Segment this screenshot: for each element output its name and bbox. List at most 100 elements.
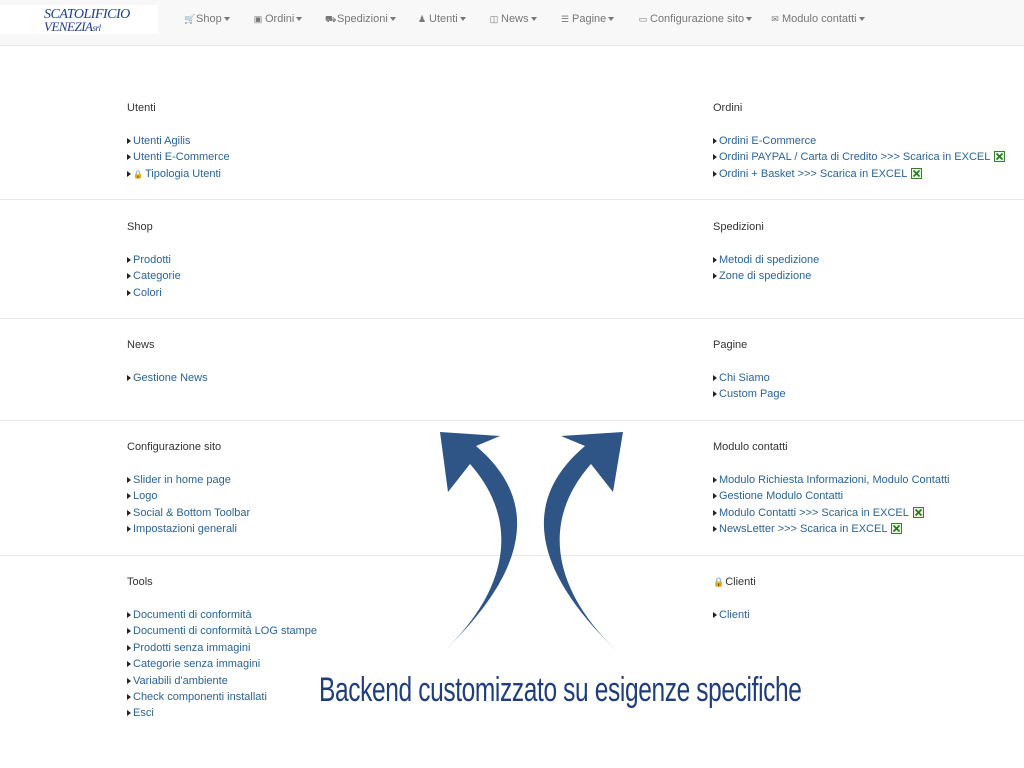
cart-icon: 🛒 bbox=[184, 14, 196, 24]
list-item[interactable]: Categorie senza immagini bbox=[127, 656, 317, 672]
caret-right-icon bbox=[127, 526, 131, 533]
section-configurazione-sito: Configurazione sito Slider in home page … bbox=[127, 439, 250, 538]
list-item[interactable]: Variabili d'ambiente bbox=[127, 673, 317, 689]
caret-right-icon bbox=[713, 391, 717, 398]
caret-down-icon bbox=[223, 17, 230, 22]
list-item[interactable]: Categorie bbox=[127, 268, 181, 284]
caret-right-icon bbox=[713, 493, 717, 500]
nav-shop[interactable]: 🛒Shop bbox=[184, 0, 230, 40]
list-item[interactable]: Impostazioni generali bbox=[127, 521, 250, 537]
list-item[interactable]: Ordini + Basket >>> Scarica in EXCEL bbox=[713, 166, 1005, 182]
caret-right-icon bbox=[713, 612, 717, 619]
users-icon: ♟ bbox=[417, 14, 427, 24]
curved-arrow-left-icon bbox=[440, 432, 518, 654]
caret-right-icon bbox=[127, 170, 131, 177]
list-item[interactable]: Ordini E-Commerce bbox=[713, 133, 1005, 149]
caret-right-icon bbox=[127, 677, 131, 684]
book-icon: ◫ bbox=[489, 14, 499, 24]
caret-right-icon bbox=[127, 694, 131, 701]
nav-configurazione-sito[interactable]: ▭ Configurazione sito bbox=[638, 0, 753, 40]
list-item[interactable]: Logo bbox=[127, 488, 250, 504]
list-item[interactable]: Gestione Modulo Contatti bbox=[713, 488, 950, 504]
envelope-icon: ✉ bbox=[771, 14, 779, 24]
list-item[interactable]: Modulo Richiesta Informazioni, Modulo Co… bbox=[713, 472, 950, 488]
section-title: Ordini bbox=[713, 102, 743, 114]
list-item[interactable]: Check componenti installati bbox=[127, 689, 317, 705]
money-icon: ▣ bbox=[253, 14, 263, 24]
section-spedizioni: Spedizioni Metodi di spedizione Zone di … bbox=[713, 219, 819, 285]
row-divider bbox=[0, 318, 1024, 319]
top-navbar: SCATOLIFICIO VENEZIAsrl 🛒Shop ▣ Ordini ⛟S… bbox=[0, 0, 1024, 46]
list-item[interactable]: Metodi di spedizione bbox=[713, 252, 819, 268]
logo[interactable]: SCATOLIFICIO VENEZIAsrl bbox=[0, 5, 158, 34]
caret-right-icon bbox=[713, 375, 717, 382]
list-item[interactable]: Utenti Agilis bbox=[127, 133, 230, 149]
logo-line2: VENEZIAsrl bbox=[44, 19, 101, 34]
list-item[interactable]: NewsLetter >>> Scarica in EXCEL bbox=[713, 521, 950, 537]
caret-right-icon bbox=[713, 526, 717, 533]
list-item[interactable]: 🔒 Tipologia Utenti bbox=[127, 166, 230, 182]
excel-icon[interactable] bbox=[911, 167, 923, 179]
monitor-icon: ▭ bbox=[638, 14, 648, 24]
nav-ordini[interactable]: ▣ Ordini bbox=[253, 0, 303, 40]
excel-icon[interactable] bbox=[994, 151, 1006, 163]
section-title: Utenti bbox=[127, 102, 156, 114]
section-ordini: Ordini Ordini E-Commerce Ordini PAYPAL /… bbox=[713, 100, 1006, 182]
list-item[interactable]: Slider in home page bbox=[127, 472, 250, 488]
truck-icon: ⛟ bbox=[325, 14, 337, 24]
list-item[interactable]: Esci bbox=[127, 705, 317, 721]
caret-down-icon bbox=[608, 17, 615, 22]
list-icon: ☰ bbox=[560, 14, 570, 24]
section-title: Tools bbox=[127, 576, 153, 588]
section-tools: Tools Documenti di conformità Documenti … bbox=[127, 574, 317, 722]
caption-text: Backend customizzato su esigenze specifi… bbox=[319, 671, 802, 709]
list-item[interactable]: Documenti di conformità LOG stampe bbox=[127, 623, 317, 639]
nav-modulo-contatti[interactable]: ✉ Modulo contatti bbox=[770, 0, 865, 40]
list-item[interactable]: Prodotti senza immagini bbox=[127, 640, 317, 656]
list-item[interactable]: Gestione News bbox=[127, 370, 208, 386]
list-item[interactable]: Modulo Contatti >>> Scarica in EXCEL bbox=[713, 505, 950, 521]
caret-right-icon bbox=[127, 628, 131, 635]
caret-right-icon bbox=[127, 509, 131, 516]
list-item[interactable]: Documenti di conformità bbox=[127, 607, 317, 623]
list-item[interactable]: Clienti bbox=[713, 607, 756, 623]
row-divider bbox=[0, 420, 1024, 421]
list-item[interactable]: Prodotti bbox=[127, 252, 181, 268]
list-item[interactable]: Custom Page bbox=[713, 386, 786, 402]
excel-icon[interactable] bbox=[891, 523, 903, 535]
caret-right-icon bbox=[127, 710, 131, 717]
row-divider bbox=[0, 199, 1024, 200]
nav-utenti[interactable]: ♟ Utenti bbox=[417, 0, 466, 40]
list-item[interactable]: Ordini PAYPAL / Carta di Credito >>> Sca… bbox=[713, 149, 1006, 165]
caret-right-icon bbox=[127, 138, 131, 145]
section-news: News Gestione News bbox=[127, 337, 208, 386]
caret-right-icon bbox=[127, 289, 131, 296]
caret-right-icon bbox=[713, 170, 717, 177]
section-title: Spedizioni bbox=[713, 221, 764, 233]
list-item[interactable]: Chi Siamo bbox=[713, 370, 786, 386]
excel-icon[interactable] bbox=[912, 506, 924, 518]
section-title: 🔒Clienti bbox=[713, 576, 756, 588]
list-item[interactable]: Social & Bottom Toolbar bbox=[127, 505, 250, 521]
list-item[interactable]: Utenti E-Commerce bbox=[127, 149, 230, 165]
section-title: News bbox=[127, 339, 155, 351]
caret-right-icon bbox=[127, 375, 131, 382]
section-clienti: 🔒Clienti Clienti bbox=[713, 574, 756, 623]
caret-down-icon bbox=[389, 17, 396, 22]
curved-arrow-right-icon bbox=[543, 432, 623, 654]
caret-right-icon bbox=[127, 273, 131, 280]
caret-right-icon bbox=[127, 661, 131, 668]
nav-news[interactable]: ◫ News bbox=[489, 0, 537, 40]
section-utenti: Utenti Utenti Agilis Utenti E-Commerce 🔒… bbox=[127, 100, 230, 182]
caret-down-icon bbox=[858, 17, 865, 22]
caret-right-icon bbox=[713, 257, 717, 264]
list-item[interactable]: Zone di spedizione bbox=[713, 268, 819, 284]
caret-right-icon bbox=[713, 477, 717, 484]
nav-pagine[interactable]: ☰ Pagine bbox=[560, 0, 615, 40]
caret-right-icon bbox=[127, 257, 131, 264]
section-title: Modulo contatti bbox=[713, 441, 788, 453]
nav-spedizioni[interactable]: ⛟Spedizioni bbox=[325, 0, 396, 40]
caret-down-icon bbox=[746, 17, 753, 22]
list-item[interactable]: Colori bbox=[127, 285, 181, 301]
caret-right-icon bbox=[713, 154, 717, 161]
